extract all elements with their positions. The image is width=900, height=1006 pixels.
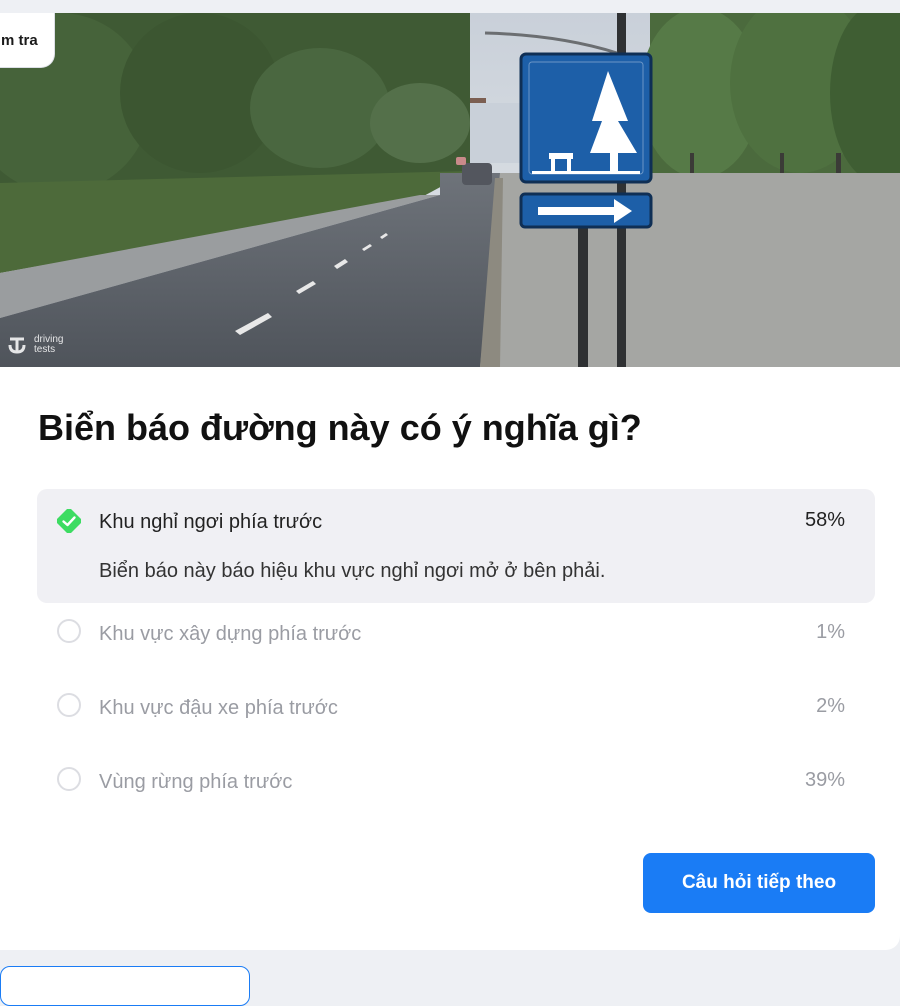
radio-circle-icon <box>57 693 81 717</box>
next-question-button[interactable]: Câu hỏi tiếp theo <box>643 853 875 913</box>
question-card: m tra driving tests Biển báo đường này c… <box>0 13 900 950</box>
question-image: m tra driving tests <box>0 13 900 367</box>
secondary-button[interactable] <box>0 966 250 1006</box>
logo-text-line2: tests <box>34 344 56 355</box>
driving-tests-logo-icon: driving tests <box>8 335 63 355</box>
check-diamond-icon <box>57 509 81 533</box>
answer-percent: 1% <box>816 621 845 643</box>
answer-percent: 58% <box>804 509 845 531</box>
answer-label: Khu vực đậu xe phía trước <box>99 697 338 719</box>
answer-list: Khu nghỉ ngơi phía trước 58% Biển báo nà… <box>37 489 875 825</box>
category-tag-label: m tra <box>1 31 38 49</box>
category-tag[interactable]: m tra <box>0 13 55 68</box>
answer-option-4[interactable]: Vùng rừng phía trước 39% <box>37 751 875 825</box>
answer-option-1[interactable]: Khu nghỉ ngơi phía trước 58% Biển báo nà… <box>37 489 875 603</box>
radio-circle-icon <box>57 619 81 643</box>
answer-option-3[interactable]: Khu vực đậu xe phía trước 2% <box>37 677 875 751</box>
logo-mark <box>8 337 26 354</box>
answer-label: Khu vực xây dựng phía trước <box>99 623 362 645</box>
answer-percent: 39% <box>804 769 845 791</box>
answer-option-2[interactable]: Khu vực xây dựng phía trước 1% <box>37 603 875 677</box>
question-title: Biển báo đường này có ý nghĩa gì? <box>38 407 642 448</box>
radio-circle-icon <box>57 767 81 791</box>
answer-percent: 2% <box>816 695 845 717</box>
answer-label: Khu nghỉ ngơi phía trước <box>99 511 323 533</box>
answer-explanation: Biển báo này báo hiệu khu vực nghỉ ngơi … <box>99 560 606 582</box>
answer-label: Vùng rừng phía trước <box>99 771 293 793</box>
